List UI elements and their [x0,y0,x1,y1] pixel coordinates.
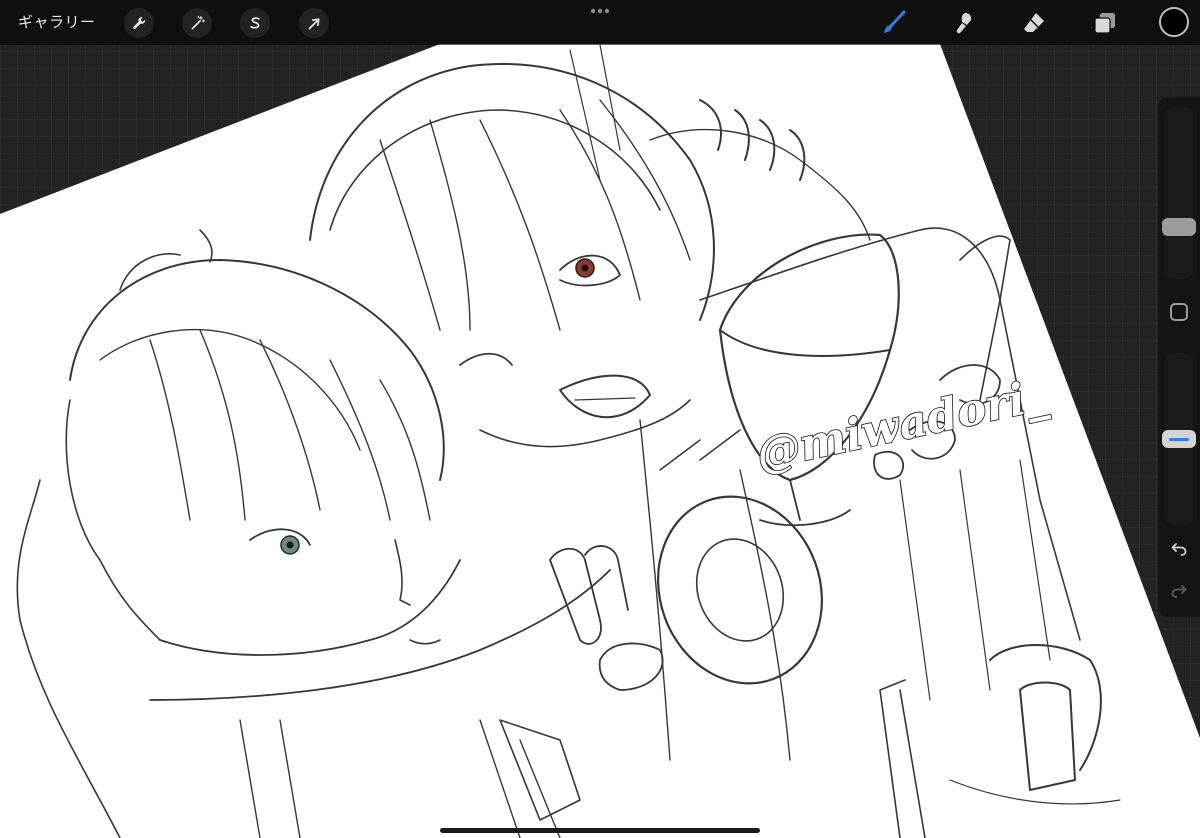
undo-button[interactable] [1167,537,1191,561]
brush-opacity-slider[interactable] [1162,353,1196,525]
home-indicator[interactable] [440,828,760,833]
gallery-button[interactable]: ギャラリー [18,11,96,33]
drawing-canvas[interactable]: @miwadori_ [0,0,1200,838]
undo-arrow-icon [1171,543,1187,556]
smudge-icon [956,13,972,34]
redo-button[interactable] [1167,579,1191,603]
brush-tool-button[interactable] [878,7,910,39]
wrench-icon [132,16,145,29]
opacity-thumb-marker [1169,438,1189,441]
layers-icon [1094,13,1115,34]
transform-button[interactable] [299,8,329,38]
transform-arrow-icon [308,17,320,29]
selection-s-icon [249,16,260,29]
brush-opacity-thumb[interactable] [1162,430,1196,448]
modify-button[interactable] [1170,303,1188,321]
color-swatch[interactable] [1159,7,1189,37]
layers-button[interactable] [1089,7,1121,39]
adjustments-button[interactable] [182,8,212,38]
selection-button[interactable] [240,8,270,38]
brush-size-slider[interactable] [1162,107,1196,279]
brush-icon [884,10,906,33]
magic-wand-icon [191,15,205,29]
redo-arrow-icon [1171,585,1187,598]
eraser-icon [1024,13,1044,32]
smudge-tool-button[interactable] [948,7,980,39]
canvas-paper[interactable] [0,44,1200,838]
more-options-dots[interactable] [584,4,616,18]
top-toolbar: ギャラリー [0,0,1200,44]
side-bar [1158,97,1200,617]
procreate-app: @miwadori_ ギャラリー [0,0,1200,838]
actions-button[interactable] [124,8,154,38]
brush-size-thumb[interactable] [1162,218,1196,236]
ellipsis-icon [590,8,610,14]
eraser-tool-button[interactable] [1018,7,1050,39]
